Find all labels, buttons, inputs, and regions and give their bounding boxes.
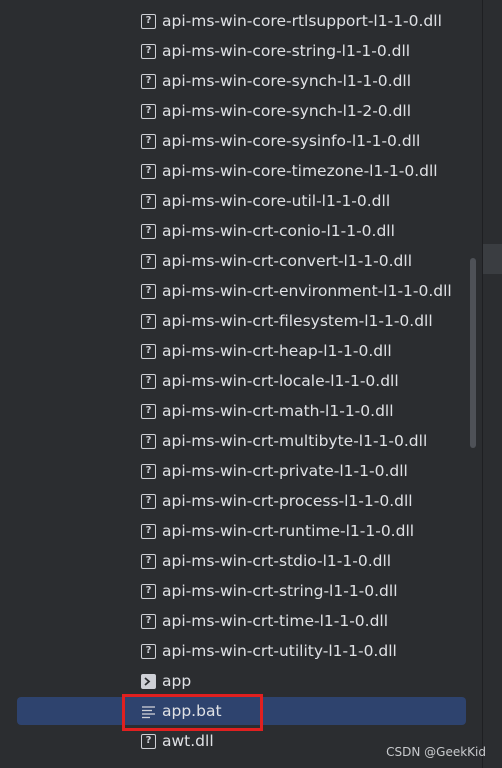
- vertical-scrollbar[interactable]: [467, 0, 479, 768]
- file-name-label: api-ms-win-core-util-l1-1-0.dll: [162, 192, 391, 210]
- text-file-icon: [141, 704, 156, 719]
- unknown-file-icon: ?: [141, 463, 156, 479]
- file-name-label: api-ms-win-crt-private-l1-1-0.dll: [162, 462, 408, 480]
- file-tree-row[interactable]: ? api-ms-win-crt-math-l1-1-0.dll: [0, 396, 482, 426]
- unknown-file-icon: ?: [141, 283, 156, 299]
- file-name-label: api-ms-win-crt-runtime-l1-1-0.dll: [162, 522, 415, 540]
- unknown-file-icon: ?: [141, 493, 156, 509]
- file-name-label: api-ms-win-core-synch-l1-2-0.dll: [162, 102, 412, 120]
- file-tree-row[interactable]: ? api-ms-win-crt-heap-l1-1-0.dll: [0, 336, 482, 366]
- file-tree-row[interactable]: ? api-ms-win-core-timezone-l1-1-0.dll: [0, 156, 482, 186]
- file-tree-row[interactable]: ? api-ms-win-crt-utility-l1-1-0.dll: [0, 636, 482, 666]
- file-name-label: api-ms-win-crt-process-l1-1-0.dll: [162, 492, 413, 510]
- file-tree-row[interactable]: ? api-ms-win-core-rtlsupport-l1-1-0.dll: [0, 6, 482, 36]
- scrollbar-thumb[interactable]: [470, 258, 476, 448]
- file-tree-row-selected[interactable]: app.bat: [0, 696, 482, 726]
- unknown-file-icon: ?: [141, 433, 156, 449]
- unknown-file-icon: ?: [141, 553, 156, 569]
- file-name-label: api-ms-win-core-string-l1-1-0.dll: [162, 42, 411, 60]
- file-name-label: app: [162, 672, 192, 690]
- unknown-file-icon: ?: [141, 253, 156, 269]
- unknown-file-icon: ?: [141, 613, 156, 629]
- file-tree-row[interactable]: ? api-ms-win-core-synch-l1-2-0.dll: [0, 96, 482, 126]
- unknown-file-icon: ?: [141, 373, 156, 389]
- file-tree-row[interactable]: ? api-ms-win-crt-process-l1-1-0.dll: [0, 486, 482, 516]
- file-name-label: api-ms-win-crt-stdio-l1-1-0.dll: [162, 552, 392, 570]
- file-name-label: api-ms-win-crt-utility-l1-1-0.dll: [162, 642, 397, 660]
- file-tree-row[interactable]: ? api-ms-win-crt-environment-l1-1-0.dll: [0, 276, 482, 306]
- file-tree-row[interactable]: ? api-ms-win-crt-locale-l1-1-0.dll: [0, 366, 482, 396]
- file-tree-row[interactable]: ? api-ms-win-crt-runtime-l1-1-0.dll: [0, 516, 482, 546]
- file-name-label: api-ms-win-crt-conio-l1-1-0.dll: [162, 222, 395, 240]
- file-name-label: api-ms-win-core-synch-l1-1-0.dll: [162, 72, 412, 90]
- file-name-label: api-ms-win-crt-math-l1-1-0.dll: [162, 402, 394, 420]
- file-tree-row[interactable]: ? api-ms-win-crt-time-l1-1-0.dll: [0, 606, 482, 636]
- file-name-label: awt.dll: [162, 732, 214, 750]
- file-tree: ? api-ms-win-core-rtlsupport-l1-1-0.dll? a…: [0, 6, 482, 756]
- file-tree-row[interactable]: ? api-ms-win-core-string-l1-1-0.dll: [0, 36, 482, 66]
- file-name-label: api-ms-win-crt-locale-l1-1-0.dll: [162, 372, 399, 390]
- watermark: CSDN @GeekKid: [386, 745, 486, 759]
- unknown-file-icon: ?: [141, 73, 156, 89]
- file-name-label: api-ms-win-core-sysinfo-l1-1-0.dll: [162, 132, 421, 150]
- file-name-label: api-ms-win-crt-convert-l1-1-0.dll: [162, 252, 413, 270]
- file-name-label: api-ms-win-crt-time-l1-1-0.dll: [162, 612, 389, 630]
- unknown-file-icon: ?: [141, 343, 156, 359]
- side-tool-strip: [483, 0, 502, 768]
- file-tree-row[interactable]: ? api-ms-win-core-synch-l1-1-0.dll: [0, 66, 482, 96]
- file-name-label: app.bat: [162, 702, 222, 720]
- file-name-label: api-ms-win-crt-heap-l1-1-0.dll: [162, 342, 392, 360]
- file-name-label: api-ms-win-core-rtlsupport-l1-1-0.dll: [162, 12, 442, 30]
- unknown-file-icon: ?: [141, 643, 156, 659]
- file-tree-row[interactable]: ? api-ms-win-crt-multibyte-l1-1-0.dll: [0, 426, 482, 456]
- unknown-file-icon: ?: [141, 103, 156, 119]
- file-tree-row[interactable]: ? api-ms-win-crt-private-l1-1-0.dll: [0, 456, 482, 486]
- file-name-label: api-ms-win-crt-filesystem-l1-1-0.dll: [162, 312, 433, 330]
- file-name-label: api-ms-win-crt-environment-l1-1-0.dll: [162, 282, 452, 300]
- unknown-file-icon: ?: [141, 133, 156, 149]
- file-tree-row[interactable]: app: [0, 666, 482, 696]
- file-tree-row[interactable]: ? api-ms-win-crt-filesystem-l1-1-0.dll: [0, 306, 482, 336]
- unknown-file-icon: ?: [141, 163, 156, 179]
- unknown-file-icon: ?: [141, 403, 156, 419]
- unknown-file-icon: ?: [141, 313, 156, 329]
- file-tree-row[interactable]: ? api-ms-win-core-util-l1-1-0.dll: [0, 186, 482, 216]
- project-file-tree-panel: ? api-ms-win-core-rtlsupport-l1-1-0.dll? a…: [0, 0, 483, 768]
- unknown-file-icon: ?: [141, 523, 156, 539]
- file-tree-row[interactable]: ? api-ms-win-crt-string-l1-1-0.dll: [0, 576, 482, 606]
- unknown-file-icon: ?: [141, 583, 156, 599]
- file-tree-row[interactable]: ? api-ms-win-crt-stdio-l1-1-0.dll: [0, 546, 482, 576]
- file-tree-row[interactable]: ? api-ms-win-core-sysinfo-l1-1-0.dll: [0, 126, 482, 156]
- tool-strip-marker: [483, 244, 502, 274]
- file-tree-row[interactable]: ? api-ms-win-crt-convert-l1-1-0.dll: [0, 246, 482, 276]
- file-name-label: api-ms-win-crt-string-l1-1-0.dll: [162, 582, 398, 600]
- unknown-file-icon: ?: [141, 733, 156, 749]
- executable-file-icon: [141, 673, 156, 689]
- file-name-label: api-ms-win-core-timezone-l1-1-0.dll: [162, 162, 438, 180]
- file-tree-row[interactable]: ? api-ms-win-crt-conio-l1-1-0.dll: [0, 216, 482, 246]
- unknown-file-icon: ?: [141, 13, 156, 29]
- file-name-label: api-ms-win-crt-multibyte-l1-1-0.dll: [162, 432, 428, 450]
- unknown-file-icon: ?: [141, 223, 156, 239]
- unknown-file-icon: ?: [141, 193, 156, 209]
- unknown-file-icon: ?: [141, 43, 156, 59]
